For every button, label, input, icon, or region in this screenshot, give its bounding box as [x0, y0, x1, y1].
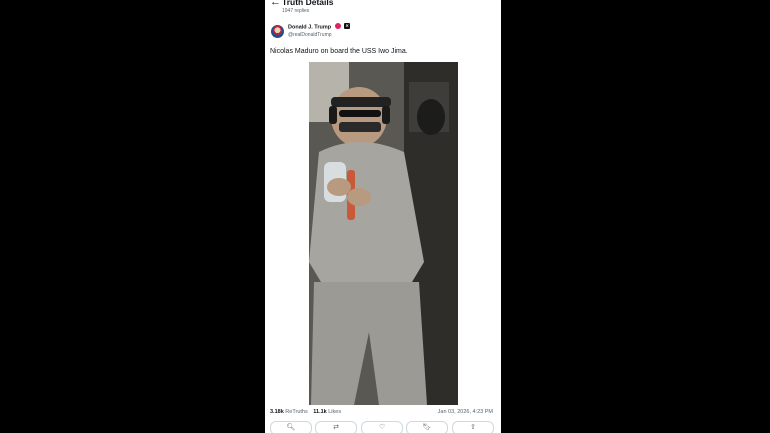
bookmark-button[interactable]: 🔖︎	[406, 421, 448, 433]
reply-count: 1947 replies	[282, 8, 310, 14]
engagement-stats: 3.18k ReTruths 11.1k Likes	[270, 409, 345, 416]
share-button[interactable]: ⇧	[452, 421, 494, 433]
comment-button[interactable]: 🔍︎	[270, 421, 312, 433]
retruth-icon: ⇄	[333, 424, 339, 431]
verified-badge-icon	[334, 23, 341, 29]
likes-label[interactable]: Likes	[328, 409, 341, 415]
truth-details-panel: ← Truth Details 1947 replies ··· Donald …	[265, 0, 501, 433]
arrow-left-icon[interactable]: ←	[270, 0, 281, 8]
post-text: Nicolas Maduro on board the USS Iwo Jima…	[270, 48, 408, 55]
x-badge-icon: ✕	[344, 23, 351, 29]
likes-count[interactable]: 11.1k	[313, 409, 326, 415]
more-horizontal-icon[interactable]: ···	[480, 0, 491, 6]
heart-icon: ♡	[378, 424, 386, 431]
retruths-label[interactable]: ReTruths	[285, 409, 307, 415]
photo-illustration	[309, 62, 458, 405]
retruth-button[interactable]: ⇄	[315, 421, 357, 433]
author-handle[interactable]: @realDonaldTrump	[288, 32, 332, 38]
share-icon: ⇧	[470, 424, 476, 431]
action-bar: 🔍︎ ⇄ ♡ 🔖︎ ⇧	[265, 421, 501, 433]
post-photo[interactable]	[309, 62, 458, 405]
header: ← Truth Details 1947 replies ···	[265, 0, 501, 17]
like-button[interactable]: ♡	[361, 421, 403, 433]
post-timestamp: Jan 03, 2026, 4:23 PM	[437, 409, 493, 415]
author-name-row[interactable]: Donald J. Trump ✕	[288, 23, 351, 31]
author-name[interactable]: Donald J. Trump	[288, 24, 331, 30]
comment-icon: 🔍︎	[286, 424, 296, 431]
avatar[interactable]	[271, 25, 284, 38]
page-title: Truth Details	[282, 0, 334, 7]
retruths-count[interactable]: 3.18k	[270, 409, 284, 415]
bookmark-icon: 🔖︎	[422, 424, 432, 431]
